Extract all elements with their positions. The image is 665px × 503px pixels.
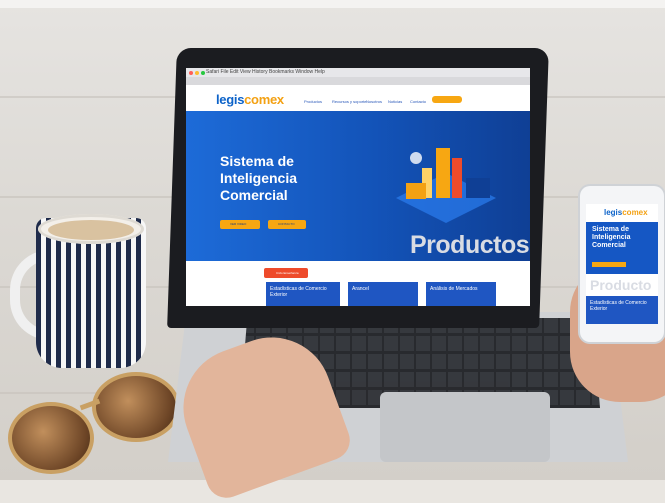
cta-label: Ciclo Enseñanza [276,271,299,275]
os-menu-bar: Safari File Edit View History Bookmarks … [186,68,530,77]
video-button-label: VER VIDEO [230,222,247,226]
card-arancel[interactable]: Arancel [348,282,418,306]
close-dot-icon[interactable] [189,71,193,75]
card-analisis-label: Análisis de Mercados [430,286,478,292]
nav-productos[interactable]: Productos [304,99,322,104]
photo-top-edge [0,0,665,8]
card-estadisticas-label: Estadísticas de Comercio Exterior [270,286,327,298]
minimize-dot-icon[interactable] [195,71,199,75]
logo-legis-text: legis [216,92,245,107]
phone-logo-comex-text: comex [622,208,648,217]
phone-logo-legis-text: legis [604,208,623,217]
sunglasses-lens-right [92,372,180,442]
phone-card-label: Estadísticas de Comercio Exterior [590,300,647,312]
nav-nosotros[interactable]: Nosotros [366,99,382,104]
nav-recursos[interactable]: Recursos y soporte [332,99,366,104]
phone-hero-title: Sistema de Inteligencia Comercial [592,226,631,249]
video-button[interactable]: VER VIDEO [220,220,260,229]
card-arancel-label: Arancel [352,286,369,292]
phone-hero-button[interactable] [592,262,626,267]
laptop-trackpad [380,392,550,462]
phone-legiscomex-logo[interactable]: legiscomex [604,208,648,217]
logo-comex-text: comex [244,92,284,107]
contact-button[interactable]: CONTACTO [268,220,306,229]
cta-button[interactable]: Ciclo Enseñanza [264,268,308,278]
nav-contacto[interactable]: Contacto [410,99,426,104]
os-menu-text: Safari File Edit View History Bookmarks … [206,69,325,75]
nav-action-button[interactable] [432,96,462,103]
card-analisis[interactable]: Análisis de Mercados [426,282,496,306]
nav-noticias[interactable]: Noticias [388,99,402,104]
isometric-analytics-illustration [396,148,496,223]
contact-button-label: CONTACTO [278,222,295,226]
hero-title: Sistema de Inteligencia Comercial [220,153,298,203]
card-estadisticas[interactable]: Estadísticas de Comercio Exterior [266,282,340,306]
browser-address-bar[interactable] [186,77,530,85]
laptop-screen: Safari File Edit View History Bookmarks … [186,68,530,306]
maximize-dot-icon[interactable] [201,71,205,75]
products-heading: Productos [410,231,530,259]
coffee [48,220,134,240]
legiscomex-logo[interactable]: legiscomex [216,92,284,107]
phone-products-heading: Producto [590,277,652,293]
sunglasses-lens-left [8,402,94,474]
